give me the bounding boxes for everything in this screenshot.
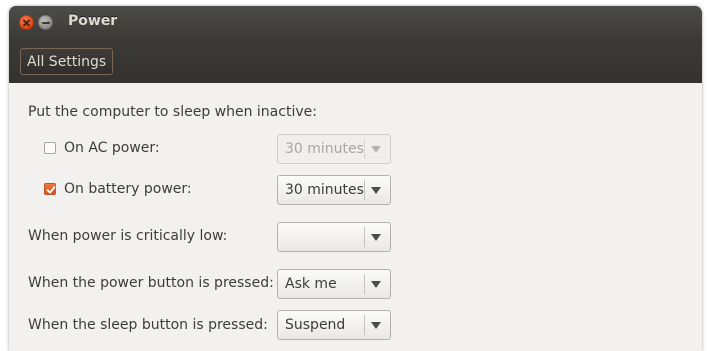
chevron-down-icon xyxy=(371,281,381,288)
settings-panel: Put the computer to sleep when inactive:… xyxy=(9,83,702,351)
sleep-button-label: When the sleep button is pressed: xyxy=(28,317,268,333)
window-title: Power xyxy=(68,13,118,29)
chevron-down-icon xyxy=(371,322,381,329)
sleep-button-action-select[interactable]: Suspend xyxy=(277,310,391,340)
ac-power-checkbox[interactable] xyxy=(44,142,56,154)
title-bar: Power xyxy=(9,6,702,40)
combo-separator xyxy=(364,274,365,294)
ac-power-sleep-value: 30 minutes xyxy=(285,141,364,157)
critical-low-label: When power is critically low: xyxy=(28,228,228,244)
sleep-button-action-value: Suspend xyxy=(285,317,346,333)
ac-power-sleep-select[interactable]: 30 minutes xyxy=(277,134,391,164)
power-button-action-value: Ask me xyxy=(285,276,337,292)
battery-power-checkbox[interactable] xyxy=(44,183,56,195)
chevron-down-icon xyxy=(371,234,381,241)
combo-separator xyxy=(364,139,365,159)
battery-power-sleep-value: 30 minutes xyxy=(285,182,364,198)
chevron-down-icon xyxy=(371,187,381,194)
ac-power-label: On AC power: xyxy=(64,140,160,156)
checkmark-icon xyxy=(46,186,56,194)
combo-separator xyxy=(364,315,365,335)
power-button-label: When the power button is pressed: xyxy=(28,275,274,291)
combo-separator xyxy=(364,180,365,200)
battery-power-label: On battery power: xyxy=(64,181,192,197)
power-settings-window: Power All Settings Put the computer to s… xyxy=(9,6,702,351)
battery-power-sleep-select[interactable]: 30 minutes xyxy=(277,175,391,205)
sleep-inactive-heading: Put the computer to sleep when inactive: xyxy=(28,104,317,120)
toolbar: All Settings xyxy=(9,40,702,83)
minimize-icon[interactable] xyxy=(38,15,53,30)
chevron-down-icon xyxy=(371,146,381,153)
critical-low-select[interactable] xyxy=(277,222,391,252)
close-icon[interactable] xyxy=(19,15,34,30)
combo-separator xyxy=(364,227,365,247)
power-button-action-select[interactable]: Ask me xyxy=(277,269,391,299)
all-settings-button[interactable]: All Settings xyxy=(20,48,114,75)
